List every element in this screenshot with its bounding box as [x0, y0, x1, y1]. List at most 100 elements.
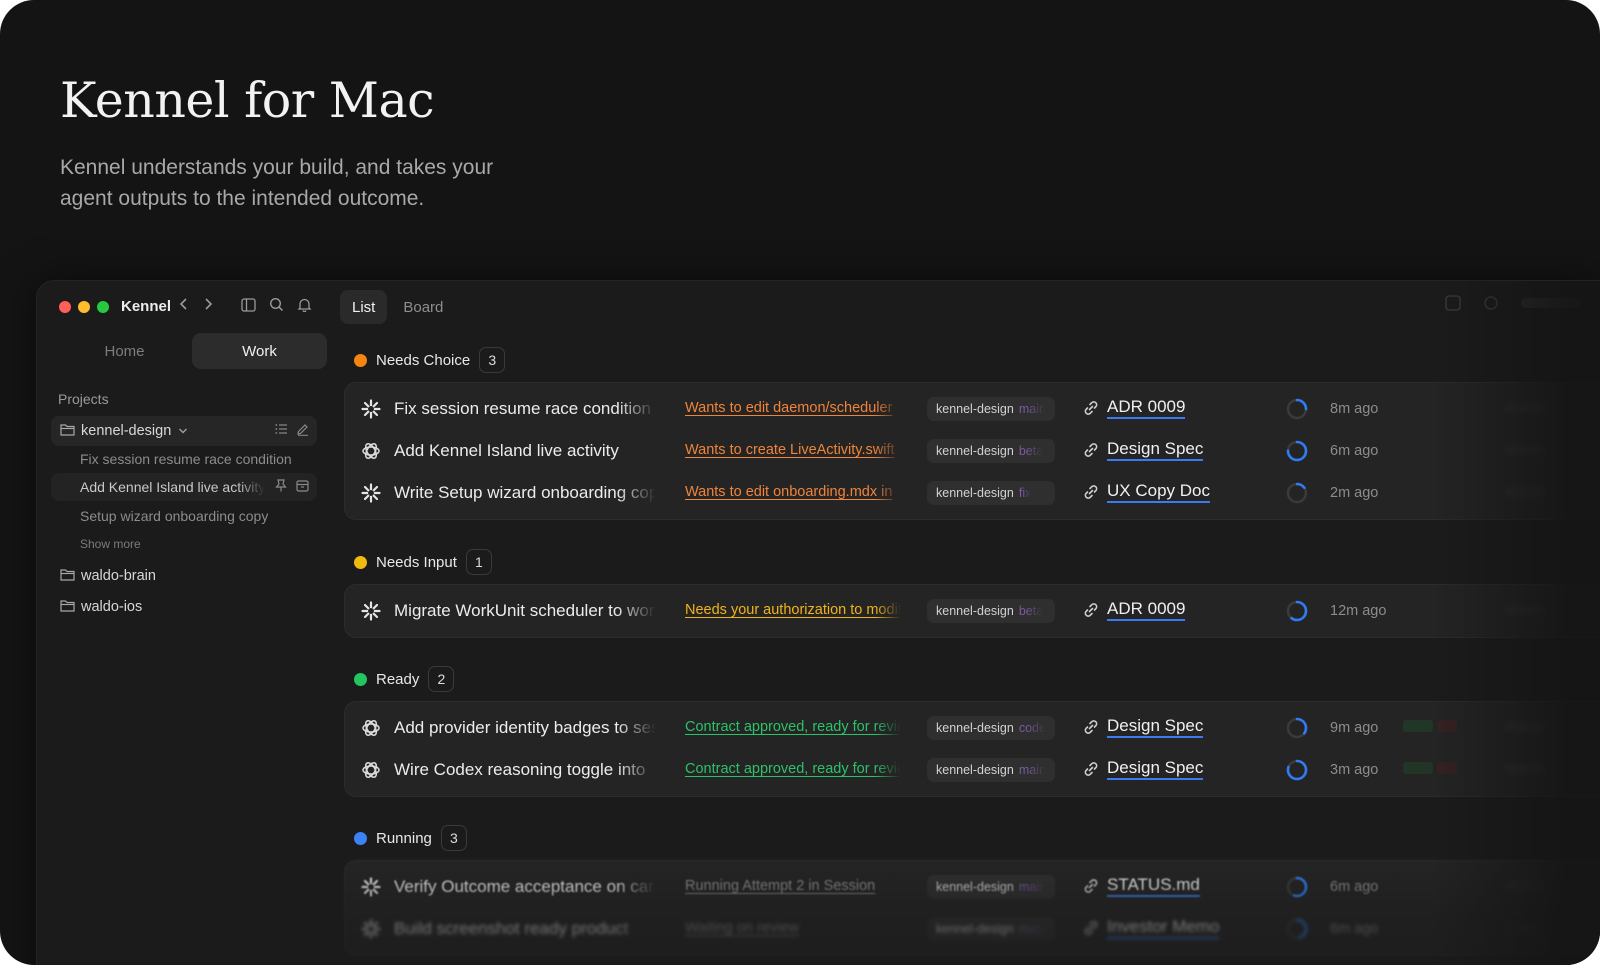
- asterisk-icon: [361, 399, 381, 419]
- doc-link-label: Design Spec: [1107, 716, 1204, 738]
- doc-link[interactable]: Design Spec: [1083, 716, 1204, 738]
- list-icon[interactable]: [275, 423, 288, 440]
- archive-icon[interactable]: [296, 479, 309, 495]
- segment-home[interactable]: Home: [57, 333, 192, 369]
- doc-link[interactable]: Investor Memo: [1083, 917, 1220, 939]
- forward-chevron-icon[interactable]: [203, 297, 213, 311]
- close-window-button[interactable]: [59, 301, 71, 313]
- asterisk-icon: [361, 919, 381, 939]
- group-count-badge: 3: [440, 825, 467, 851]
- branch-badge: kennel-design fix: [927, 481, 1055, 505]
- group-header[interactable]: Needs Choice 3: [354, 347, 506, 373]
- task-group-card: Add provider identity badges to sessions…: [344, 701, 1600, 797]
- task-status-link[interactable]: Wants to create LiveActivity.swift: [685, 442, 901, 458]
- branch-name: kennel-design: [936, 763, 1014, 777]
- task-status-link[interactable]: Wants to edit daemon/scheduler: [685, 400, 901, 416]
- chevron-down-icon[interactable]: [178, 423, 188, 439]
- sidebar-task-label: Setup wizard onboarding copy: [80, 508, 269, 524]
- row-overflow: [1505, 487, 1545, 497]
- group-header[interactable]: Ready 2: [354, 666, 455, 692]
- doc-link[interactable]: Design Spec: [1083, 758, 1204, 780]
- back-chevron-icon[interactable]: [179, 297, 189, 311]
- branch-suffix: beta: [1018, 444, 1044, 458]
- branch-name: kennel-design: [936, 922, 1014, 936]
- compose-icon[interactable]: [296, 423, 309, 440]
- doc-link[interactable]: ADR 0009: [1083, 397, 1186, 419]
- project-kennel-design[interactable]: kennel-design: [51, 416, 317, 446]
- progress-ring-icon: [1285, 481, 1309, 505]
- minimize-window-button[interactable]: [78, 301, 90, 313]
- diff-stats: [1403, 762, 1457, 774]
- sidebar-toggle-icon[interactable]: [241, 297, 256, 312]
- pin-icon[interactable]: [275, 479, 287, 495]
- row-overflow: [1505, 605, 1545, 615]
- main-panel: List Board Needs Choice 3 Fix session resu…: [340, 281, 1600, 965]
- openai-icon: [361, 718, 381, 738]
- task-row[interactable]: Build screenshot ready product Waiting on…: [345, 908, 1600, 950]
- task-status-link[interactable]: Needs your authorization to modify: [685, 602, 901, 618]
- branch-suffix: code: [1018, 721, 1046, 735]
- sidebar-task[interactable]: Add Kennel Island live activity: [51, 473, 317, 501]
- project-waldo-brain[interactable]: waldo-brain: [51, 561, 317, 591]
- doc-link[interactable]: ADR 0009: [1083, 599, 1186, 621]
- branch-suffix: main: [1018, 922, 1046, 936]
- folder-icon: [60, 568, 75, 585]
- project-waldo-ios[interactable]: waldo-ios: [51, 592, 317, 622]
- tab-list[interactable]: List: [340, 290, 388, 324]
- task-row[interactable]: Verify Outcome acceptance on card Running…: [345, 866, 1600, 908]
- app-name: Kennel: [121, 298, 172, 315]
- group-label: Running: [376, 829, 432, 847]
- status-dot: [354, 672, 367, 686]
- doc-link-label: ADR 0009: [1107, 599, 1186, 621]
- task-status-link[interactable]: Contract approved, ready for review: [685, 719, 901, 735]
- doc-link[interactable]: Design Spec: [1083, 439, 1204, 461]
- zoom-window-button[interactable]: [97, 301, 109, 313]
- progress-ring-icon: [1285, 599, 1309, 623]
- link-icon: [1083, 761, 1099, 777]
- doc-link[interactable]: UX Copy Doc: [1083, 481, 1210, 503]
- bell-icon[interactable]: [297, 297, 312, 312]
- task-row[interactable]: Fix session resume race condition Wants t…: [345, 388, 1600, 430]
- segment-work[interactable]: Work: [192, 333, 327, 369]
- status-dot: [354, 353, 367, 367]
- link-icon: [1083, 484, 1099, 500]
- marketing-frame: Kennel for Mac Kennel understands your b…: [0, 0, 1600, 965]
- updated-time: 2m ago: [1330, 485, 1379, 501]
- sidebar-task[interactable]: Fix session resume race condition: [51, 445, 317, 473]
- task-group-card: Migrate WorkUnit scheduler to work Needs …: [344, 584, 1600, 638]
- task-title: Build screenshot ready product: [394, 919, 629, 938]
- group-header[interactable]: Needs Input 1: [354, 549, 492, 575]
- branch-badge: kennel-design main: [927, 917, 1055, 941]
- doc-link-label: ADR 0009: [1107, 397, 1186, 419]
- search-icon[interactable]: [269, 297, 284, 312]
- task-row[interactable]: Write Setup wizard onboarding copy Wants …: [345, 472, 1600, 514]
- branch-name: kennel-design: [936, 604, 1014, 618]
- group-label: Needs Choice: [376, 351, 471, 369]
- task-status-link[interactable]: Running Attempt 2 in Session: [685, 878, 901, 894]
- task-row[interactable]: Wire Codex reasoning toggle into Contract…: [345, 749, 1600, 791]
- link-icon: [1083, 719, 1099, 735]
- task-title: Add Kennel Island live activity: [394, 441, 619, 460]
- task-row[interactable]: Migrate WorkUnit scheduler to work Needs …: [345, 590, 1600, 632]
- task-status-link[interactable]: Contract approved, ready for review: [685, 761, 901, 777]
- show-more-link[interactable]: Show more: [80, 537, 141, 551]
- task-status-link[interactable]: Waiting on review: [685, 920, 901, 936]
- task-status-link[interactable]: Wants to edit onboarding.mdx in: [685, 484, 901, 500]
- link-icon: [1083, 400, 1099, 416]
- task-title: Add provider identity badges to sessions: [394, 718, 656, 737]
- sidebar-task[interactable]: Setup wizard onboarding copy: [51, 502, 317, 530]
- doc-link[interactable]: STATUS.md: [1083, 875, 1200, 897]
- asterisk-icon: [361, 483, 381, 503]
- tab-board[interactable]: Board: [391, 290, 455, 324]
- sidebar: Kennel Home Work Projects kennel-design: [37, 281, 342, 965]
- task-row[interactable]: Add Kennel Island live activity Wants to …: [345, 430, 1600, 472]
- add-icon[interactable]: [1521, 295, 1581, 316]
- task-row[interactable]: Add provider identity badges to sessions…: [345, 707, 1600, 749]
- group-header[interactable]: Running 3: [354, 825, 467, 851]
- toolbar-actions: [1445, 295, 1581, 316]
- openai-icon: [361, 760, 381, 780]
- hero-subtitle: Kennel understands your build, and takes…: [60, 156, 494, 210]
- share-icon[interactable]: [1483, 295, 1499, 316]
- task-group-card: Fix session resume race condition Wants t…: [344, 382, 1600, 520]
- filter-icon[interactable]: [1445, 295, 1461, 316]
